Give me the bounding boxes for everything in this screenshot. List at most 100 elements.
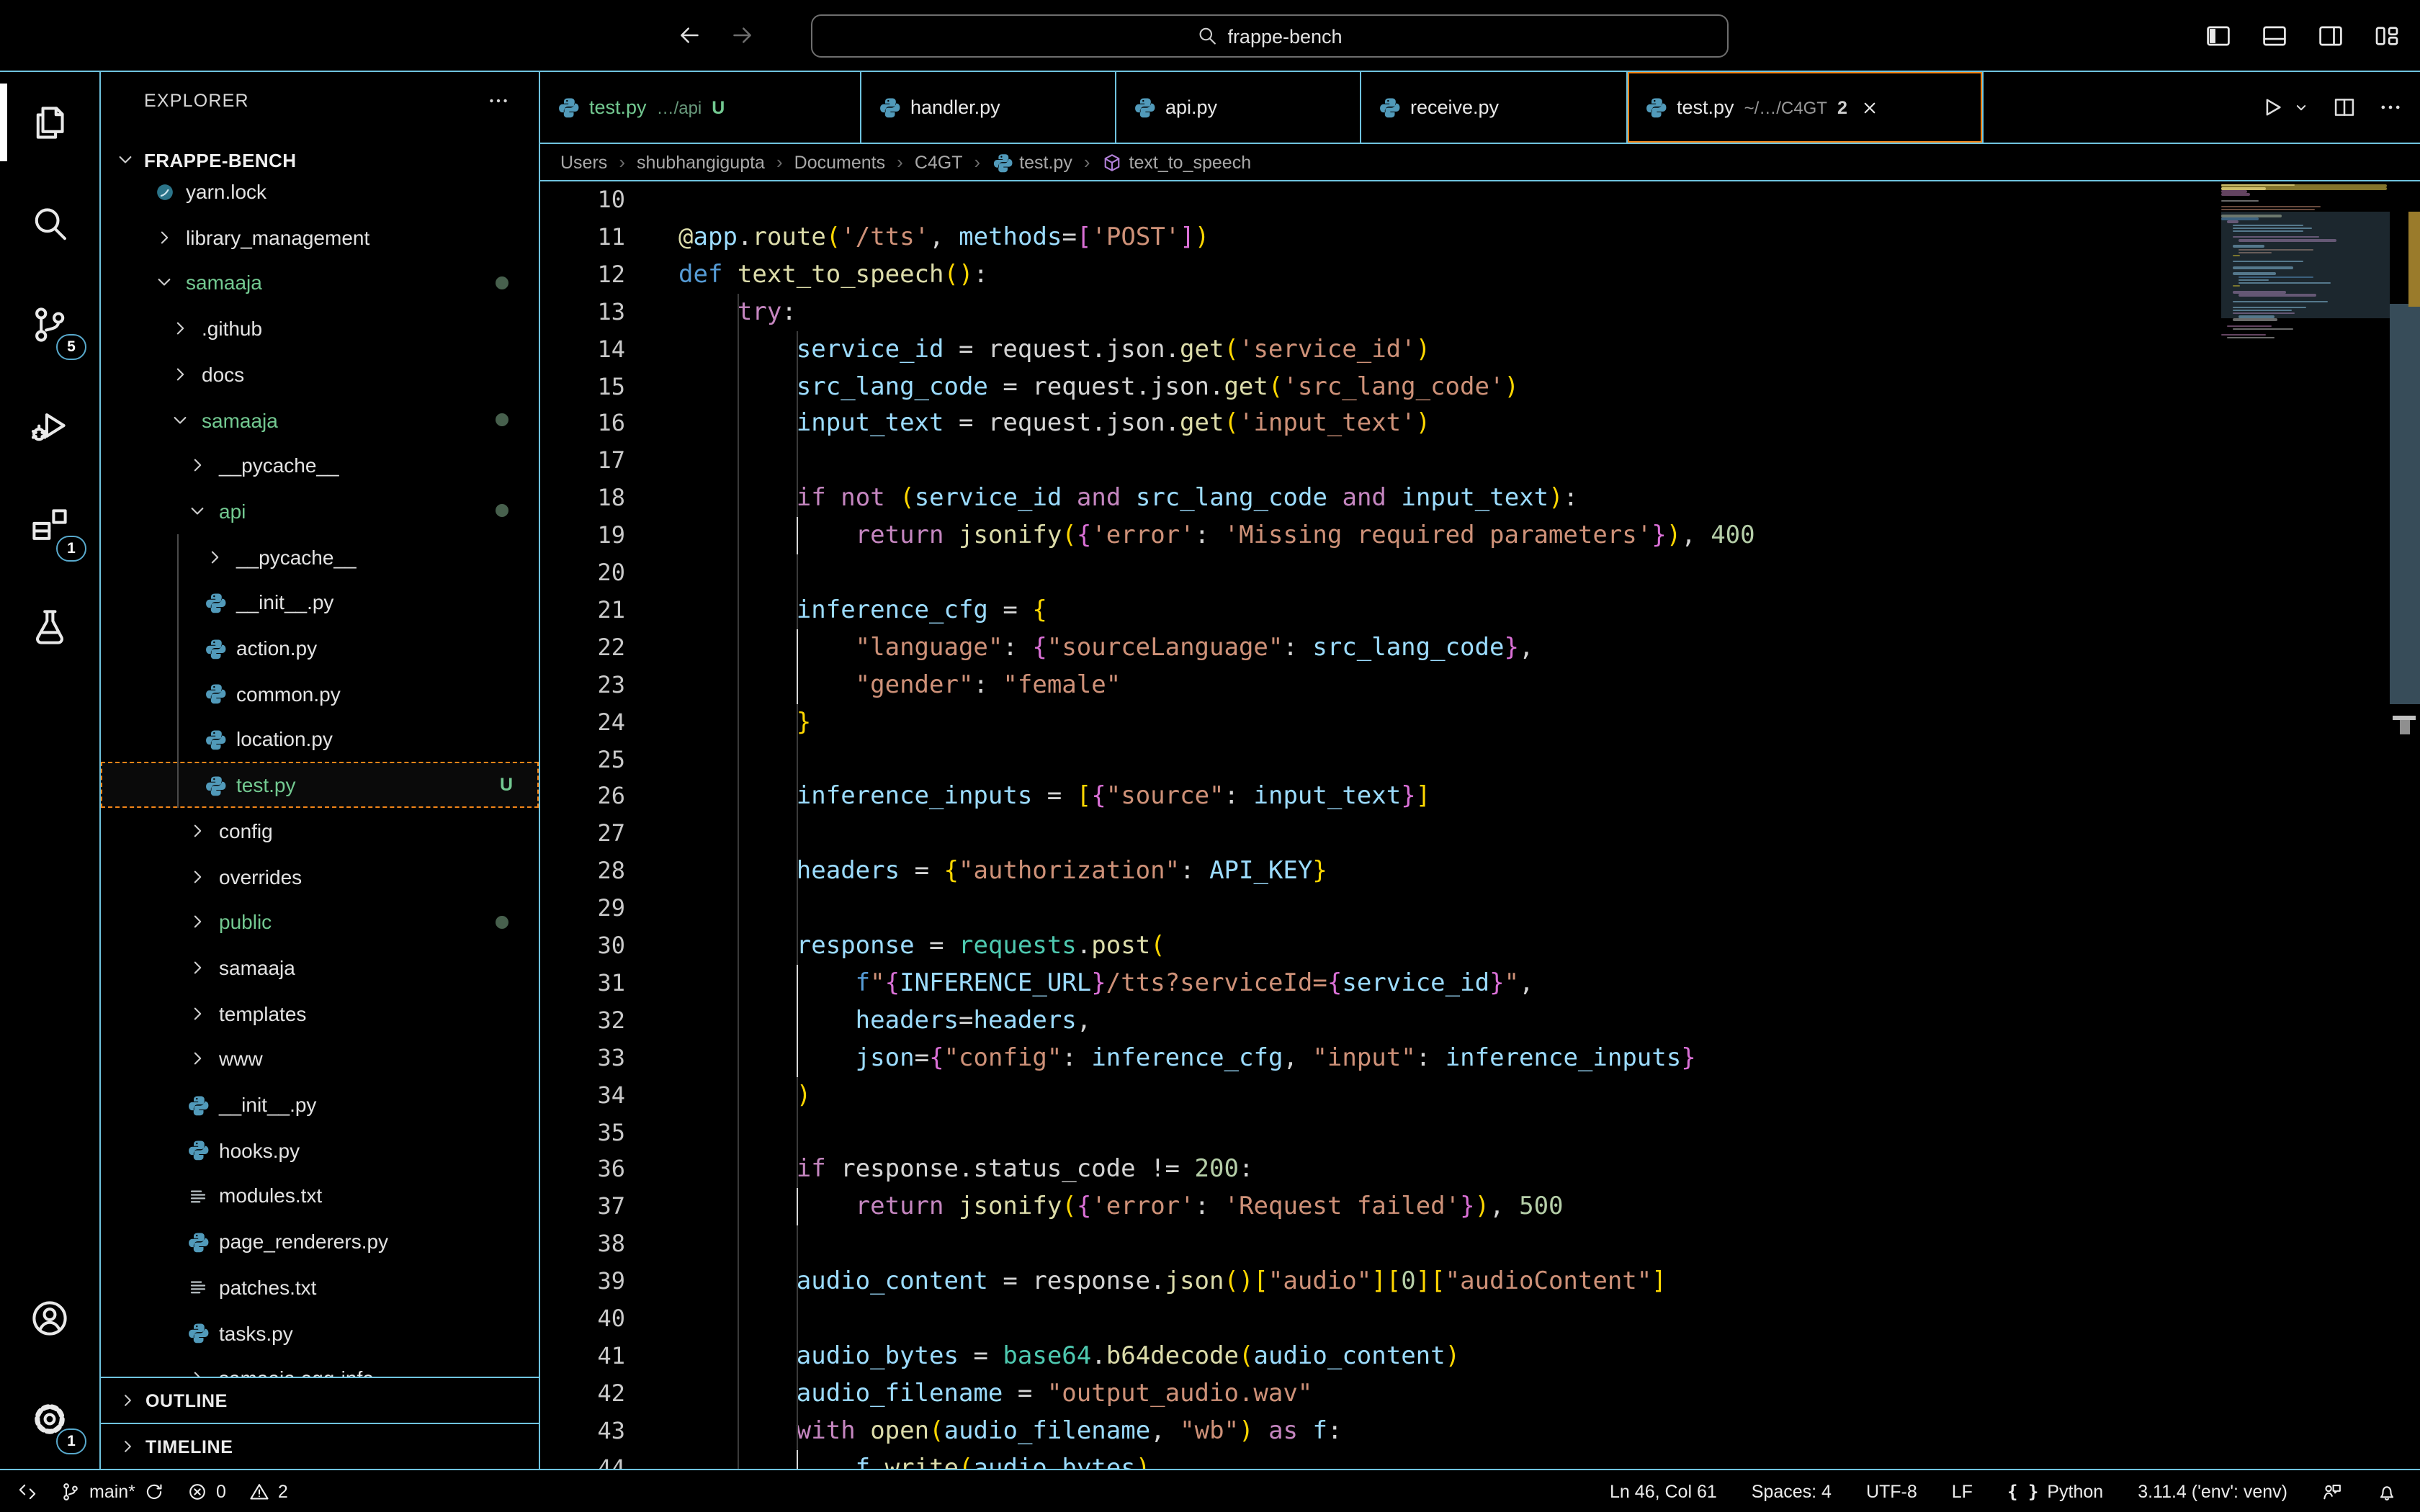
tree-item-label: test.py bbox=[236, 773, 296, 796]
activity-item-run-and-debug[interactable] bbox=[0, 374, 99, 475]
status-notifications[interactable] bbox=[2377, 1481, 2397, 1501]
tree-item-label: action.py bbox=[236, 636, 317, 660]
tree-item-docs[interactable]: docs bbox=[101, 351, 539, 397]
close-icon[interactable] bbox=[1860, 97, 1881, 117]
tree-item-__init__.py[interactable]: __init__.py bbox=[101, 1081, 539, 1128]
tree-item-www[interactable]: www bbox=[101, 1036, 539, 1082]
tree-item-label: public bbox=[219, 910, 272, 933]
activity-item-explorer[interactable] bbox=[0, 72, 99, 173]
python-file-icon bbox=[203, 683, 226, 704]
line-number: 37 bbox=[540, 1189, 625, 1226]
breadcrumb-item-C4GT[interactable]: C4GT bbox=[915, 152, 963, 172]
sync-icon bbox=[144, 1481, 164, 1501]
breadcrumb-item-text_to_speech[interactable]: text_to_speech bbox=[1102, 152, 1252, 172]
editor-group: test.py…/apiUhandler.pyapi.pyreceive.pyt… bbox=[540, 72, 2420, 1469]
status-eol[interactable]: LF bbox=[1952, 1481, 1973, 1501]
minimap-viewport[interactable] bbox=[2221, 212, 2390, 318]
tree-item-test.py[interactable]: test.pyU bbox=[101, 762, 539, 808]
tree-item-tasks.py[interactable]: tasks.py bbox=[101, 1310, 539, 1356]
breadcrumb-item-Users[interactable]: Users bbox=[560, 152, 607, 172]
tab-handler.py[interactable]: handler.py bbox=[861, 72, 1116, 143]
tab-receive.py[interactable]: receive.py bbox=[1361, 72, 1628, 143]
breadcrumb-item-Documents[interactable]: Documents bbox=[794, 152, 885, 172]
workspace-section-header[interactable]: FRAPPE-BENCH bbox=[101, 138, 539, 181]
status-label: 3.11.4 ('env': venv) bbox=[2138, 1481, 2287, 1501]
split-editor-icon[interactable] bbox=[2332, 95, 2357, 120]
tree-item-patches.txt[interactable]: patches.txt bbox=[101, 1264, 539, 1310]
explorer-more-actions[interactable] bbox=[487, 89, 510, 112]
status-remote-indicator[interactable] bbox=[17, 1481, 37, 1501]
toggle-secondary-sidebar-icon[interactable] bbox=[2318, 22, 2344, 48]
status-branch[interactable]: main* bbox=[60, 1481, 164, 1501]
activity-item-source-control[interactable]: 5 bbox=[0, 274, 99, 374]
tree-item-config[interactable]: config bbox=[101, 808, 539, 854]
minimap[interactable] bbox=[2221, 184, 2390, 559]
tree-item-.github[interactable]: .github bbox=[101, 305, 539, 351]
back-arrow-icon[interactable] bbox=[677, 23, 702, 48]
tree-item-public[interactable]: public bbox=[101, 899, 539, 945]
tree-item-library_management[interactable]: library_management bbox=[101, 214, 539, 260]
toggle-primary-sidebar-icon[interactable] bbox=[2205, 22, 2231, 48]
code-line-19: return jsonify({'error': 'Missing requir… bbox=[678, 517, 1755, 554]
panel-header-outline[interactable]: OUTLINE bbox=[101, 1377, 539, 1423]
tab-label: handler.py bbox=[910, 96, 1000, 118]
status-cursor-position[interactable]: Ln 46, Col 61 bbox=[1610, 1481, 1717, 1501]
status-indentation[interactable]: Spaces: 4 bbox=[1752, 1481, 1832, 1501]
status-language-mode[interactable]: { }Python bbox=[2007, 1481, 2103, 1501]
scrollbar-thumb[interactable] bbox=[2390, 304, 2420, 704]
tree-item-label: samaaja.egg-info bbox=[219, 1367, 374, 1377]
breadcrumb-item-shubhangigupta[interactable]: shubhangigupta bbox=[637, 152, 765, 172]
tree-item-__pycache__[interactable]: __pycache__ bbox=[101, 534, 539, 580]
status-warnings[interactable]: 2 bbox=[249, 1481, 288, 1501]
tree-item-samaaja[interactable]: samaaja bbox=[101, 397, 539, 443]
toggle-panel-icon[interactable] bbox=[2262, 22, 2287, 48]
tree-item-__init__.py[interactable]: __init__.py bbox=[101, 580, 539, 626]
tree-item-label: api bbox=[219, 500, 246, 523]
tab-test.py[interactable]: test.py…/apiU bbox=[540, 72, 861, 143]
code-editor[interactable]: 1011@app.route('/tts', methods=['POST'])… bbox=[540, 181, 2221, 1469]
tree-item-action.py[interactable]: action.py bbox=[101, 625, 539, 671]
tree-item-__pycache__[interactable]: __pycache__ bbox=[101, 442, 539, 488]
search-text: frappe-bench bbox=[1227, 25, 1342, 47]
activity-item-search[interactable] bbox=[0, 173, 99, 274]
tab-api.py[interactable]: api.py bbox=[1116, 72, 1361, 143]
indent-guide bbox=[797, 965, 798, 1076]
chevron-right-icon bbox=[169, 318, 192, 338]
tree-item-samaaja.egg-info[interactable]: samaaja.egg-info bbox=[101, 1355, 539, 1377]
breadcrumb-item-test.py[interactable]: test.py bbox=[992, 152, 1072, 172]
status-encoding[interactable]: UTF-8 bbox=[1866, 1481, 1917, 1501]
panel-header-timeline[interactable]: TIMELINE bbox=[101, 1423, 539, 1469]
activity-item-manage[interactable]: 1 bbox=[0, 1368, 99, 1469]
tree-item-location.py[interactable]: location.py bbox=[101, 716, 539, 762]
tree-item-modules.txt[interactable]: modules.txt bbox=[101, 1173, 539, 1219]
tab-test.py-active[interactable]: test.py~/…/C4GT2 bbox=[1628, 72, 1984, 143]
activity-item-extensions[interactable]: 1 bbox=[0, 475, 99, 576]
line-number: 17 bbox=[540, 443, 625, 480]
run-python-file-icon[interactable] bbox=[2259, 95, 2283, 120]
tree-item-label: page_renderers.py bbox=[219, 1230, 388, 1253]
code-line-16: input_text = request.json.get('input_tex… bbox=[678, 405, 1430, 443]
activity-item-testing[interactable] bbox=[0, 576, 99, 677]
code-line-12: def text_to_speech(): bbox=[678, 256, 988, 294]
tree-item-common.py[interactable]: common.py bbox=[101, 670, 539, 716]
status-errors[interactable]: 0 bbox=[187, 1481, 226, 1501]
scrollbar[interactable] bbox=[2390, 72, 2420, 1469]
tree-item-api[interactable]: api bbox=[101, 488, 539, 534]
tree-item-templates[interactable]: templates bbox=[101, 990, 539, 1036]
status-python-interpreter[interactable]: 3.11.4 ('env': venv) bbox=[2138, 1481, 2287, 1501]
tree-item-samaaja[interactable]: samaaja bbox=[101, 945, 539, 991]
indent-guide bbox=[797, 330, 798, 1469]
tree-item-page_renderers.py[interactable]: page_renderers.py bbox=[101, 1218, 539, 1264]
command-center-search[interactable]: frappe-bench bbox=[811, 14, 1729, 58]
status-feedback[interactable] bbox=[2322, 1481, 2342, 1501]
code-line-41: audio_bytes = base64.b64decode(audio_con… bbox=[678, 1338, 1460, 1375]
forward-arrow-icon[interactable] bbox=[730, 23, 755, 48]
customize-layout-icon[interactable] bbox=[2374, 22, 2400, 48]
tree-item-hooks.py[interactable]: hooks.py bbox=[101, 1127, 539, 1173]
tree-item-overrides[interactable]: overrides bbox=[101, 853, 539, 899]
activity-item-accounts[interactable] bbox=[0, 1267, 99, 1368]
tree-item-samaaja[interactable]: samaaja bbox=[101, 260, 539, 306]
tree-item-label: tasks.py bbox=[219, 1321, 293, 1344]
run-dropdown-icon[interactable] bbox=[2292, 98, 2311, 117]
tree-item-label: patches.txt bbox=[219, 1276, 316, 1299]
